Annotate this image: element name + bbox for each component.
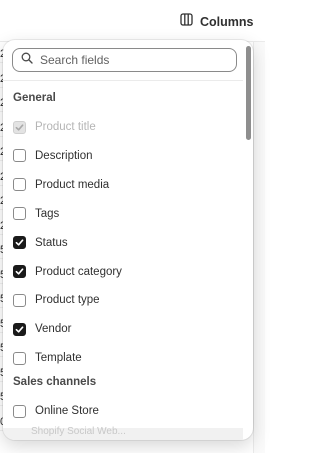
- field-checkbox[interactable]: [13, 149, 26, 163]
- background-column-edge: [253, 42, 265, 453]
- search-icon: [21, 51, 33, 69]
- section-title: Sales channels: [13, 376, 97, 389]
- columns-icon: [180, 13, 193, 31]
- field-checkbox[interactable]: [13, 322, 26, 336]
- field-option-label: Description: [35, 149, 93, 162]
- search-divider: [3, 80, 243, 81]
- search-field[interactable]: [12, 48, 237, 72]
- field-option[interactable]: Online Store: [13, 401, 99, 421]
- field-option[interactable]: Description: [13, 146, 93, 166]
- field-option[interactable]: Template: [13, 348, 82, 368]
- columns-popover: General Product title Description Product m…: [3, 40, 253, 440]
- field-option[interactable]: Tags: [13, 204, 59, 224]
- field-option[interactable]: Status: [13, 233, 68, 253]
- field-option: Product title: [13, 117, 96, 137]
- field-checkbox[interactable]: [13, 351, 26, 365]
- checkmark-icon: [15, 123, 24, 131]
- checkmark-icon: [15, 326, 24, 333]
- columns-button[interactable]: Columns: [172, 8, 261, 36]
- field-option-label: Status: [35, 236, 68, 249]
- field-option-label: Product category: [35, 265, 122, 278]
- section-title: General: [13, 92, 56, 104]
- field-checkbox[interactable]: [13, 178, 26, 192]
- cutoff-item-label: Shopify Social Web...: [31, 426, 126, 437]
- field-option[interactable]: Product media: [13, 175, 109, 195]
- list-cutoff: Shopify Social Web...: [3, 426, 243, 440]
- scrollbar-thumb[interactable]: [246, 46, 251, 140]
- field-checkbox[interactable]: [13, 236, 26, 250]
- checkmark-icon: [15, 268, 24, 275]
- field-option-label: Tags: [35, 207, 60, 220]
- field-option-label: Product media: [35, 178, 110, 191]
- field-option-label: Online Store: [35, 405, 99, 418]
- field-option-label: Product title: [35, 121, 96, 133]
- field-checkbox: [13, 120, 26, 134]
- field-option-label: Vendor: [35, 323, 72, 336]
- field-checkbox[interactable]: [13, 293, 26, 307]
- field-checkbox[interactable]: [13, 404, 26, 418]
- checkmark-icon: [15, 239, 24, 246]
- search-input[interactable]: [40, 53, 220, 67]
- field-option-label: Template: [35, 352, 82, 365]
- field-option[interactable]: Vendor: [13, 319, 71, 339]
- field-option[interactable]: Product type: [13, 290, 100, 310]
- field-option-label: Product type: [35, 294, 100, 307]
- field-checkbox[interactable]: [13, 265, 26, 278]
- field-checkbox[interactable]: [13, 207, 26, 221]
- page-header: Columns: [0, 0, 265, 42]
- field-option[interactable]: Product category: [13, 262, 122, 282]
- columns-button-label: Columns: [200, 15, 254, 29]
